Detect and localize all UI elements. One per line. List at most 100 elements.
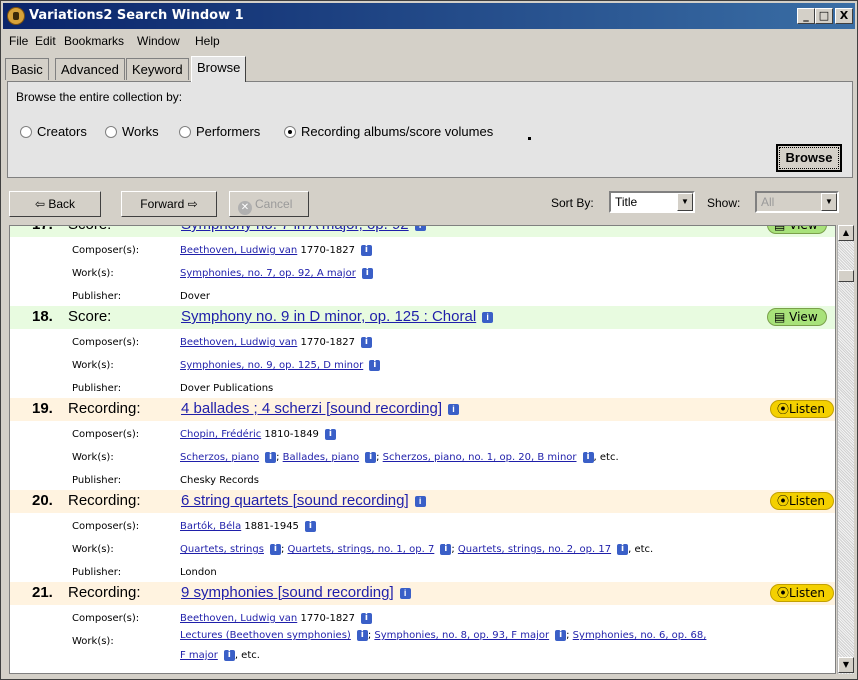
info-icon[interactable]: i	[555, 630, 567, 641]
tab-keyword[interactable]: Keyword	[126, 58, 189, 80]
field-label: Publisher:	[72, 291, 122, 302]
info-icon[interactable]: i	[360, 337, 372, 348]
radio-circle[interactable]	[20, 126, 32, 138]
work-link[interactable]: Symphonies, no. 7, op. 92, A major	[180, 268, 356, 279]
info-icon[interactable]: i	[360, 613, 372, 624]
info-icon[interactable]: i	[617, 544, 629, 555]
info-icon[interactable]: i	[304, 521, 316, 532]
close-button[interactable]: X	[835, 8, 853, 24]
work-link[interactable]: Symphonies, no. 8, op. 93, F major	[374, 630, 549, 641]
work-link[interactable]: Quartets, strings	[180, 544, 264, 555]
info-icon[interactable]: i	[269, 544, 281, 555]
result-kind: Score:	[68, 226, 111, 233]
browse-panel: Browse the entire collection by: Creator…	[7, 81, 853, 178]
info-icon[interactable]: i	[582, 452, 594, 463]
result-title-link[interactable]: 9 symphonies [sound recording] i	[181, 584, 411, 601]
result-header-19: 19. Recording: 4 ballades ; 4 scherzi [s…	[10, 398, 835, 421]
result-title-link[interactable]: Symphony no. 9 in D minor, op. 125 : Cho…	[181, 308, 494, 325]
work-link[interactable]: Quartets, strings, no. 2, op. 17	[458, 544, 611, 555]
info-icon[interactable]: i	[440, 544, 452, 555]
result-title-text: 4 ballades ; 4 scherzi [sound recording]	[181, 400, 442, 417]
menu-edit[interactable]: Edit	[35, 34, 56, 48]
composer-link[interactable]: Chopin, Frédéric	[180, 429, 261, 440]
radio-performers[interactable]: Performers	[179, 124, 260, 139]
title-bar[interactable]: Variations2 Search Window 1 _ □ X	[3, 3, 855, 29]
menu-help[interactable]: Help	[195, 34, 220, 48]
tab-basic[interactable]: Basic	[5, 58, 49, 80]
work-row: Work(s): Lectures (Beethoven symphonies)…	[10, 624, 835, 668]
result-number: 18.	[32, 308, 53, 325]
scroll-up-icon[interactable]: ▲	[838, 225, 854, 241]
composer-link[interactable]: Beethoven, Ludwig van	[180, 337, 297, 348]
composer-value: Chopin, Frédéric 1810-1849 i	[180, 429, 336, 440]
work-link[interactable]: Ballades, piano	[283, 452, 359, 463]
field-label: Publisher:	[72, 567, 122, 578]
info-icon[interactable]: i	[447, 404, 459, 415]
scroll-down-icon[interactable]: ▼	[838, 657, 854, 673]
chevron-down-icon[interactable]: ▼	[821, 193, 837, 211]
forward-button[interactable]: Forward ⇨	[121, 191, 217, 217]
minimize-button[interactable]: _	[797, 8, 815, 24]
info-icon[interactable]: i	[414, 226, 426, 231]
composer-dates: 1881-1945	[244, 521, 299, 532]
info-icon[interactable]: i	[369, 360, 381, 371]
chevron-down-icon[interactable]: ▼	[677, 193, 693, 211]
radio-works[interactable]: Works	[105, 124, 159, 139]
sort-by-select[interactable]: Title ▼	[609, 191, 695, 213]
work-link[interactable]: Quartets, strings, no. 1, op. 7	[288, 544, 435, 555]
info-icon[interactable]: i	[356, 630, 368, 641]
work-link[interactable]: Symphonies, no. 9, op. 125, D minor	[180, 360, 363, 371]
tab-browse[interactable]: Browse	[191, 56, 247, 82]
result-kind: Recording:	[68, 400, 141, 417]
radio-circle[interactable]	[105, 126, 117, 138]
info-icon[interactable]: i	[399, 588, 411, 599]
work-link[interactable]: Symphonies, no. 6, op. 68,	[573, 630, 707, 641]
show-select[interactable]: All ▼	[755, 191, 839, 213]
info-icon[interactable]: i	[361, 268, 373, 279]
listen-button[interactable]: ⦿Listen	[770, 400, 834, 418]
info-icon[interactable]: i	[223, 650, 235, 661]
info-icon[interactable]: i	[265, 452, 277, 463]
composer-link[interactable]: Bartók, Béla	[180, 521, 241, 532]
info-icon[interactable]: i	[324, 429, 336, 440]
work-link[interactable]: F major	[180, 650, 218, 661]
cancel-x-icon: ✕	[238, 201, 252, 215]
composer-link[interactable]: Beethoven, Ludwig van	[180, 613, 297, 624]
info-icon[interactable]: i	[482, 312, 494, 323]
browse-button[interactable]: Browse	[776, 144, 842, 172]
radio-creators[interactable]: Creators	[20, 124, 87, 139]
field-label: Work(s):	[72, 360, 114, 371]
menu-window[interactable]: Window	[137, 34, 180, 48]
work-link[interactable]: Scherzos, piano, no. 1, op. 20, B minor	[383, 452, 577, 463]
listen-button[interactable]: ⦿Listen	[770, 492, 834, 510]
radio-circle-selected[interactable]	[284, 126, 296, 138]
info-icon[interactable]: i	[414, 496, 426, 507]
radio-circle[interactable]	[179, 126, 191, 138]
tab-advanced[interactable]: Advanced	[55, 58, 125, 80]
view-button[interactable]: ▤ View	[767, 226, 827, 234]
work-link[interactable]: Scherzos, piano	[180, 452, 259, 463]
result-title-link[interactable]: 4 ballades ; 4 scherzi [sound recording]…	[181, 400, 459, 417]
vertical-scrollbar[interactable]: ▲ ▼	[837, 225, 854, 674]
composer-link[interactable]: Beethoven, Ludwig van	[180, 245, 297, 256]
info-icon[interactable]: i	[365, 452, 377, 463]
result-header-20: 20. Recording: 6 string quartets [sound …	[10, 490, 835, 513]
composer-dates: 1770-1827	[300, 613, 355, 624]
sort-by-value: Title	[615, 195, 638, 209]
menu-bookmarks[interactable]: Bookmarks	[64, 34, 124, 48]
work-value: Symphonies, no. 9, op. 125, D minor i	[180, 360, 381, 371]
scroll-thumb[interactable]	[838, 270, 854, 282]
cancel-button[interactable]: ✕ Cancel	[229, 191, 309, 217]
radio-recording-albums[interactable]: Recording albums/score volumes	[284, 124, 493, 139]
maximize-button[interactable]: □	[815, 8, 833, 24]
result-title-link[interactable]: 6 string quartets [sound recording] i	[181, 492, 426, 509]
menu-file[interactable]: File	[9, 34, 28, 48]
listen-button[interactable]: ⦿Listen	[770, 584, 834, 602]
info-icon[interactable]: i	[360, 245, 372, 256]
work-link[interactable]: Lectures (Beethoven symphonies)	[180, 630, 351, 641]
etc-text: etc.	[599, 452, 619, 463]
radio-label: Works	[122, 124, 159, 139]
back-button[interactable]: ⇦ Back	[9, 191, 101, 217]
view-button[interactable]: ▤ View	[767, 308, 827, 326]
result-title-link[interactable]: Symphony no. 7 in A major, op. 92 i	[181, 226, 426, 233]
